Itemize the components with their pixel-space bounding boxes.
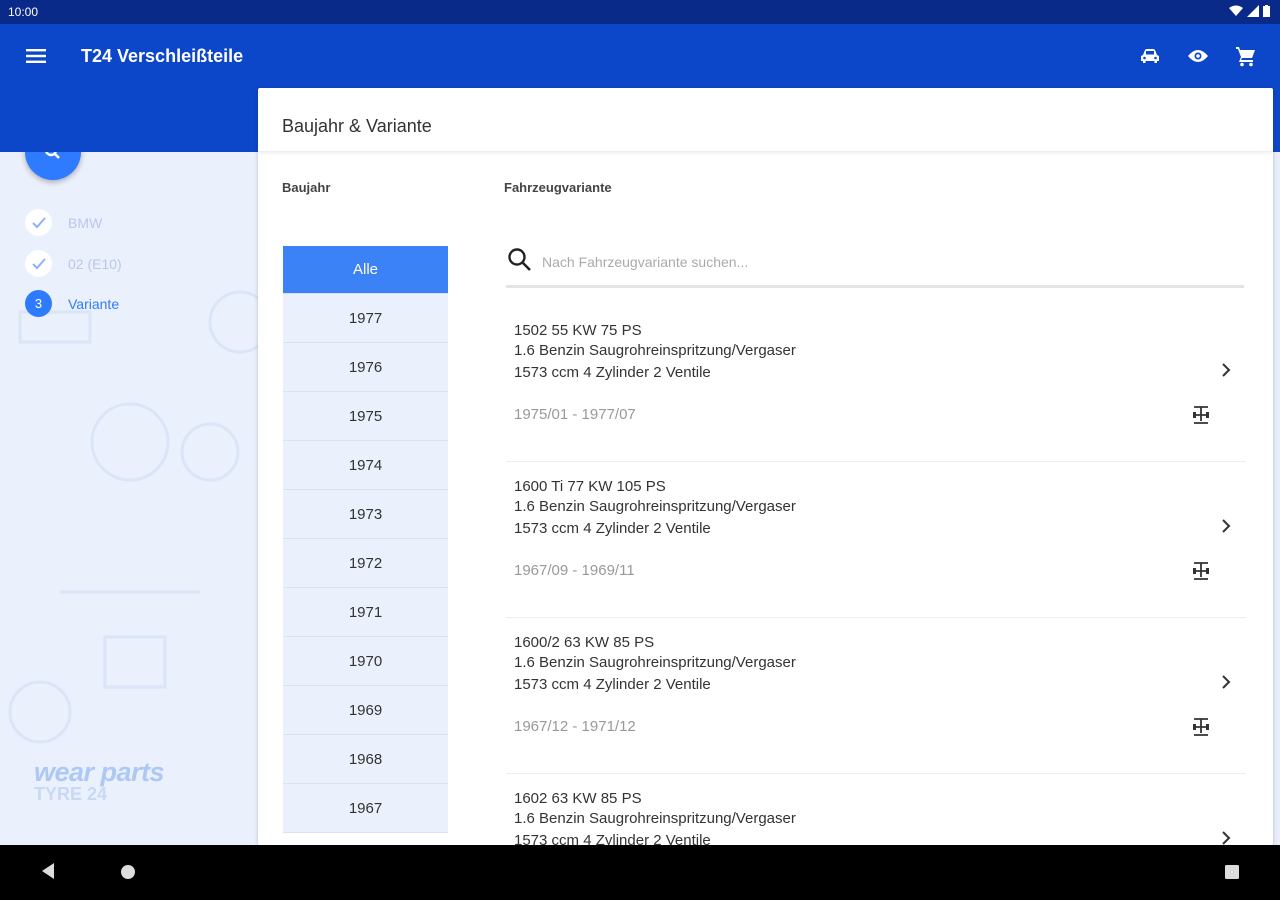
variant-spec: 1573 ccm 4 Zylinder 2 Ventile — [514, 364, 711, 381]
variant-spec: 1573 ccm 4 Zylinder 2 Ventile — [514, 520, 711, 537]
axle-icon[interactable] — [1190, 559, 1212, 583]
step-variant[interactable]: 3 Variante — [25, 290, 119, 317]
year-item[interactable]: 1969 — [283, 686, 448, 735]
variant-name: 1502 55 KW 75 PS — [514, 322, 642, 339]
step-number: 3 — [25, 290, 52, 317]
year-item[interactable]: 1977 — [283, 294, 448, 343]
year-item[interactable]: 1967 — [283, 784, 448, 833]
step-label: Variante — [68, 295, 120, 312]
back-icon[interactable] — [40, 862, 56, 885]
eye-icon[interactable] — [1182, 42, 1214, 70]
search-icon — [508, 248, 531, 271]
variant-column-label: Fahrzeugvariante — [504, 180, 612, 195]
status-time: 10:00 — [8, 5, 39, 19]
app-bar: T24 Verschleißteile — [0, 24, 1280, 88]
axle-icon[interactable] — [1190, 403, 1212, 427]
car-icon[interactable] — [1134, 42, 1166, 70]
home-icon[interactable] — [120, 864, 136, 885]
brand-logo: wear parts TYRE 24 — [34, 757, 165, 805]
wifi-icon — [1229, 5, 1243, 16]
signal-icon — [1247, 5, 1259, 17]
step-label: 02 (E10) — [68, 255, 122, 272]
app-title: T24 Verschleißteile — [81, 46, 244, 66]
variant-list: 1502 55 KW 75 PS 1.6 Benzin Saugrohreins… — [506, 306, 1246, 845]
variant-name: 1600/2 63 KW 85 PS — [514, 634, 655, 651]
search-icon — [45, 152, 60, 159]
year-item[interactable]: Alle — [283, 246, 448, 294]
year-column-label: Baujahr — [282, 180, 331, 195]
card-header: Baujahr & Variante — [258, 88, 1273, 152]
axle-icon[interactable] — [1190, 715, 1212, 739]
variant-fuel: 1.6 Benzin Saugrohreinspritzung/Vergaser — [514, 342, 796, 359]
variant-fuel: 1.6 Benzin Saugrohreinspritzung/Vergaser — [514, 810, 796, 827]
chevron-right-icon — [1222, 675, 1231, 689]
card-title: Baujahr & Variante — [282, 116, 432, 136]
cart-icon[interactable] — [1230, 42, 1262, 70]
step-model[interactable]: 02 (E10) — [25, 250, 122, 277]
check-icon — [25, 250, 52, 277]
check-icon — [25, 209, 52, 236]
variant-item[interactable]: 1502 55 KW 75 PS 1.6 Benzin Saugrohreins… — [506, 306, 1246, 462]
variant-dates: 1967/12 - 1971/12 — [514, 718, 636, 735]
app-bar-actions — [1134, 42, 1262, 70]
year-item[interactable]: 1976 — [283, 343, 448, 392]
variant-name: 1602 63 KW 85 PS — [514, 790, 642, 807]
variant-dates: 1967/09 - 1969/11 — [514, 562, 635, 579]
variant-search-input[interactable] — [542, 250, 1222, 274]
variant-spec: 1573 ccm 4 Zylinder 2 Ventile — [514, 676, 711, 693]
step-make[interactable]: BMW — [25, 209, 102, 236]
recents-icon[interactable] — [1224, 864, 1240, 885]
variant-dates: 1975/01 - 1977/07 — [514, 406, 636, 423]
variant-item[interactable]: 1600 Ti 77 KW 105 PS 1.6 Benzin Saugrohr… — [506, 462, 1246, 618]
year-item[interactable]: 1971 — [283, 588, 448, 637]
year-item[interactable]: 1973 — [283, 490, 448, 539]
system-nav-bar — [0, 845, 1280, 900]
chevron-right-icon — [1222, 363, 1231, 377]
stepper-panel: BMW 02 (E10) 3 Variante wear parts TYRE … — [0, 152, 258, 845]
system-icons — [1229, 5, 1270, 17]
variant-fuel: 1.6 Benzin Saugrohreinspritzung/Vergaser — [514, 654, 796, 671]
year-item[interactable]: 1968 — [283, 735, 448, 784]
variant-name: 1600 Ti 77 KW 105 PS — [514, 478, 666, 495]
menu-icon[interactable] — [20, 42, 52, 70]
year-item[interactable]: 1975 — [283, 392, 448, 441]
variant-card: Baujahr & Variante Baujahr Fahrzeugvaria… — [258, 88, 1273, 845]
variant-spec: 1573 ccm 4 Zylinder 2 Ventile — [514, 832, 711, 845]
variant-search — [506, 242, 1244, 288]
year-item[interactable]: 1972 — [283, 539, 448, 588]
chevron-right-icon — [1222, 519, 1231, 533]
variant-item[interactable]: 1602 63 KW 85 PS 1.6 Benzin Saugrohreins… — [506, 774, 1246, 845]
variant-item[interactable]: 1600/2 63 KW 85 PS 1.6 Benzin Saugrohrei… — [506, 618, 1246, 774]
year-item[interactable]: 1974 — [283, 441, 448, 490]
battery-icon — [1263, 5, 1270, 17]
chevron-right-icon — [1222, 831, 1231, 845]
variant-fuel: 1.6 Benzin Saugrohreinspritzung/Vergaser — [514, 498, 796, 515]
year-item[interactable]: 1970 — [283, 637, 448, 686]
status-bar: 10:00 — [0, 0, 1280, 24]
step-label: BMW — [68, 214, 103, 231]
year-list: Alle 1977 1976 1975 1974 1973 1972 1971 … — [283, 246, 448, 833]
